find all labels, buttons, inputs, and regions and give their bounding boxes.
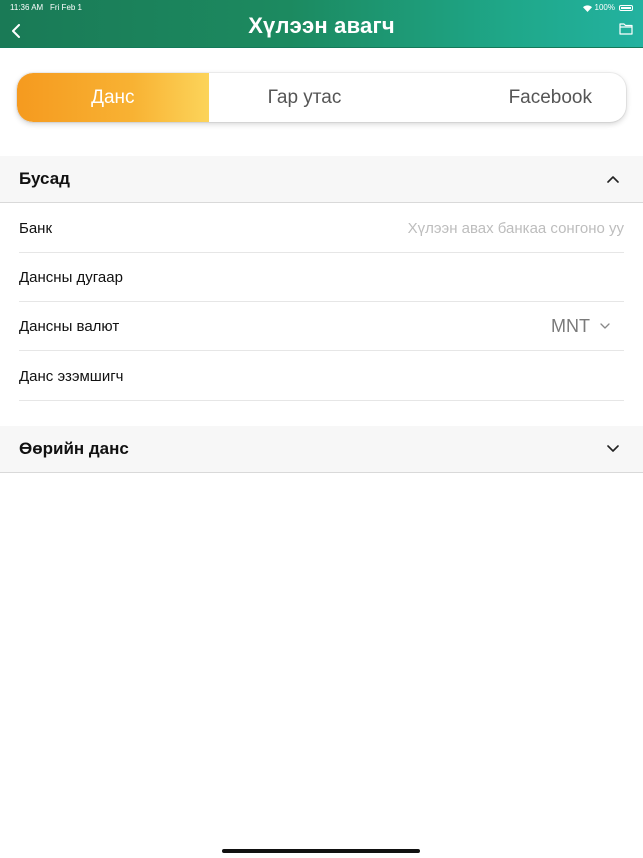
currency-select[interactable]: MNT bbox=[551, 316, 624, 337]
app-header: 11:36 AM Fri Feb 1 100% Хүлээн авагч bbox=[0, 0, 643, 48]
status-indicators: 100% bbox=[582, 3, 633, 12]
currency-label: Дансны валют bbox=[19, 317, 120, 335]
status-bar: 11:36 AM Fri Feb 1 100% bbox=[0, 0, 643, 14]
currency-value: MNT bbox=[551, 315, 590, 336]
section-title: Бусад bbox=[19, 169, 70, 188]
holder-row[interactable]: Данс эзэмшигч bbox=[19, 352, 624, 401]
recipient-type-tabs: Данс Гар утас Facebook bbox=[17, 73, 626, 122]
chevron-down-icon bbox=[600, 323, 610, 329]
tab-account[interactable]: Данс bbox=[17, 73, 209, 122]
status-time: 11:36 AM bbox=[10, 3, 44, 12]
status-date: Fri Feb 1 bbox=[50, 3, 83, 12]
section-other-header[interactable]: Бусад bbox=[0, 156, 643, 203]
battery-icon bbox=[619, 4, 633, 11]
account-number-input[interactable] bbox=[123, 253, 624, 301]
folder-icon bbox=[619, 23, 633, 35]
currency-row[interactable]: Дансны валют MNT bbox=[19, 302, 624, 351]
section-own-header[interactable]: Өөрийн данс bbox=[0, 426, 643, 473]
bank-select[interactable]: Хүлээн авах банкаа сонгоно уу bbox=[408, 220, 624, 237]
page-title: Хүлээн авагч bbox=[248, 13, 395, 38]
tab-facebook[interactable]: Facebook bbox=[400, 73, 626, 122]
account-number-row[interactable]: Дансны дугаар bbox=[19, 253, 624, 302]
account-number-label: Дансны дугаар bbox=[19, 268, 123, 286]
holder-input[interactable] bbox=[123, 352, 624, 400]
bank-row[interactable]: Банк Хүлээн авах банкаа сонгоно уу bbox=[19, 204, 624, 253]
wifi-icon bbox=[582, 4, 592, 12]
chevron-down-icon bbox=[607, 445, 619, 452]
folder-button[interactable] bbox=[619, 22, 635, 38]
battery-percent: 100% bbox=[594, 3, 615, 12]
bank-label: Банк bbox=[19, 219, 53, 237]
home-indicator[interactable] bbox=[222, 849, 420, 853]
holder-label: Данс эзэмшигч bbox=[19, 367, 124, 385]
tab-phone[interactable]: Гар утас bbox=[209, 73, 401, 122]
chevron-up-icon bbox=[607, 176, 619, 183]
section-title: Өөрийн данс bbox=[19, 439, 129, 458]
